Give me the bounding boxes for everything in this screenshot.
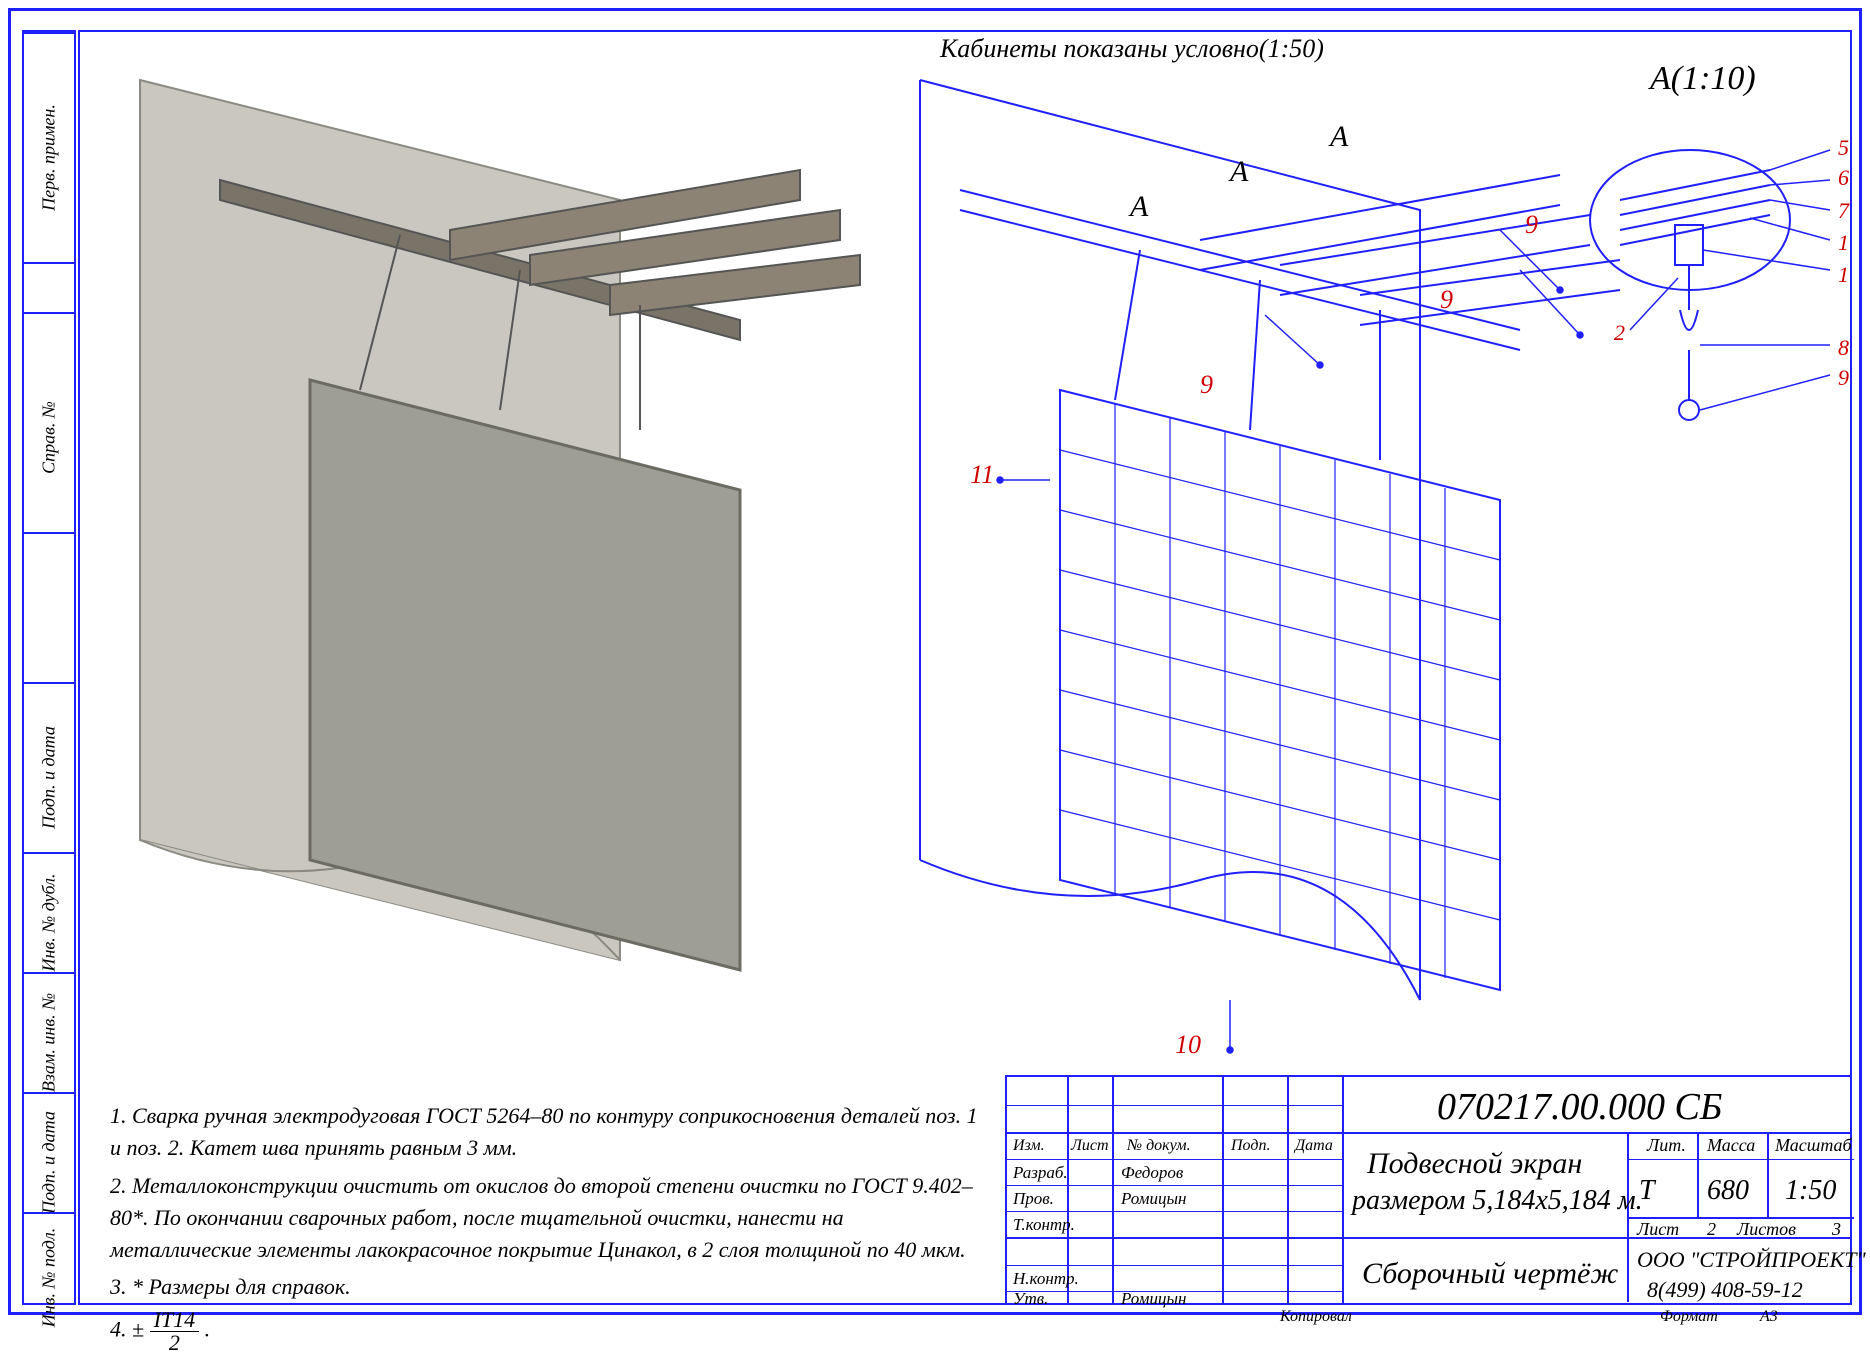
detail-c8: 8 — [1838, 335, 1849, 361]
note-2: 2. Металлоконструкции очистить от окисло… — [110, 1170, 980, 1266]
lit-hdr: Лит. — [1647, 1135, 1686, 1156]
name-fedorov: Федоров — [1121, 1163, 1183, 1183]
detail-c7: 7 — [1838, 198, 1849, 224]
side-vzam-inv: Взам. инв. № — [39, 993, 60, 1092]
note-4: 4. ± IT142 . — [110, 1309, 980, 1354]
title-block: 070217.00.000 СБ Изм. Лист № докум. Подп… — [1005, 1075, 1852, 1305]
kopiroval: Копировал — [1280, 1308, 1352, 1326]
sheets-val: 3 — [1832, 1219, 1841, 1240]
note-3: 3. * Размеры для справок. — [110, 1271, 980, 1303]
row-tkontr: Т.контр. — [1013, 1215, 1075, 1235]
left-stamp-column: Перв. примен. Справ. № Подп. и дата Инв.… — [22, 30, 76, 1305]
side-perv-primen: Перв. примен. — [39, 104, 60, 211]
sheet-val: 2 — [1707, 1219, 1716, 1240]
detail-c1b: 1 — [1838, 262, 1849, 288]
col-data: Дата — [1295, 1137, 1333, 1155]
side-inv-dubl: Инв. № дубл. — [39, 873, 60, 971]
detail-c1a: 1 — [1838, 230, 1849, 256]
detail-c5: 5 — [1838, 135, 1849, 161]
row-utv: Утв. — [1013, 1289, 1048, 1309]
wireframe-iso-view — [880, 60, 1600, 1080]
format-lbl: Формат — [1660, 1308, 1718, 1326]
side-inv-podl: Инв. № подл. — [39, 1228, 60, 1327]
drawing-sheet: Перв. примен. Справ. № Подп. и дата Инв.… — [0, 0, 1870, 1323]
side-podp-data-1: Подп. и дата — [39, 726, 60, 829]
lit-val: Т — [1639, 1175, 1655, 1207]
mass-val: 680 — [1707, 1175, 1749, 1207]
callout-9c: 9 — [1200, 370, 1213, 400]
note-1: 1. Сварка ручная электродуговая ГОСТ 526… — [110, 1100, 980, 1164]
row-nkontr: Н.контр. — [1013, 1269, 1079, 1289]
view-marker-a-2: А — [1230, 155, 1248, 189]
detail-a-view — [1580, 110, 1860, 430]
detail-c6: 6 — [1838, 165, 1849, 191]
name-romitsyn-1: Ромицын — [1121, 1189, 1186, 1209]
row-razrab: Разраб. — [1013, 1163, 1068, 1183]
scale-hdr: Масштаб — [1775, 1135, 1852, 1156]
col-izm: Изм. — [1013, 1137, 1045, 1155]
format-val: А3 — [1760, 1308, 1778, 1326]
name-romitsyn-2: Ромицын — [1121, 1289, 1186, 1309]
drawing-title-2: размером 5,184х5,184 м. — [1352, 1185, 1643, 1217]
view-marker-a-3: А — [1330, 120, 1348, 154]
row-prov: Пров. — [1013, 1189, 1054, 1209]
company-name: ООО "СТРОЙПРОЕКТ" — [1637, 1247, 1866, 1273]
callout-9b: 9 — [1440, 285, 1453, 315]
scale-val: 1:50 — [1785, 1175, 1836, 1207]
col-podp: Подп. — [1231, 1137, 1270, 1155]
drawing-number: 070217.00.000 СБ — [1437, 1085, 1722, 1129]
detail-c9: 9 — [1838, 365, 1849, 391]
detail-a-label: А(1:10) — [1650, 60, 1756, 98]
callout-9a: 9 — [1525, 210, 1538, 240]
detail-c2: 2 — [1614, 320, 1625, 346]
side-sprav-no: Справ. № — [39, 401, 60, 474]
callout-10: 10 — [1175, 1030, 1201, 1060]
col-ndoc: № докум. — [1127, 1137, 1191, 1155]
mass-hdr: Масса — [1707, 1135, 1755, 1156]
col-list: Лист — [1071, 1137, 1109, 1155]
callout-11: 11 — [970, 460, 994, 490]
doc-type: Сборочный чертёж — [1362, 1257, 1618, 1291]
company-phone: 8(499) 408-59-12 — [1647, 1277, 1803, 1303]
rendered-iso-view — [100, 60, 860, 1060]
drawing-title-1: Подвесной экран — [1367, 1147, 1582, 1181]
view-marker-a-1: А — [1130, 190, 1148, 224]
side-podp-data-2: Подп. и дата — [39, 1111, 60, 1214]
technical-notes: 1. Сварка ручная электродуговая ГОСТ 526… — [110, 1100, 980, 1360]
sheets-lbl: Листов — [1737, 1219, 1796, 1240]
sheet-lbl: Лист — [1637, 1219, 1679, 1240]
